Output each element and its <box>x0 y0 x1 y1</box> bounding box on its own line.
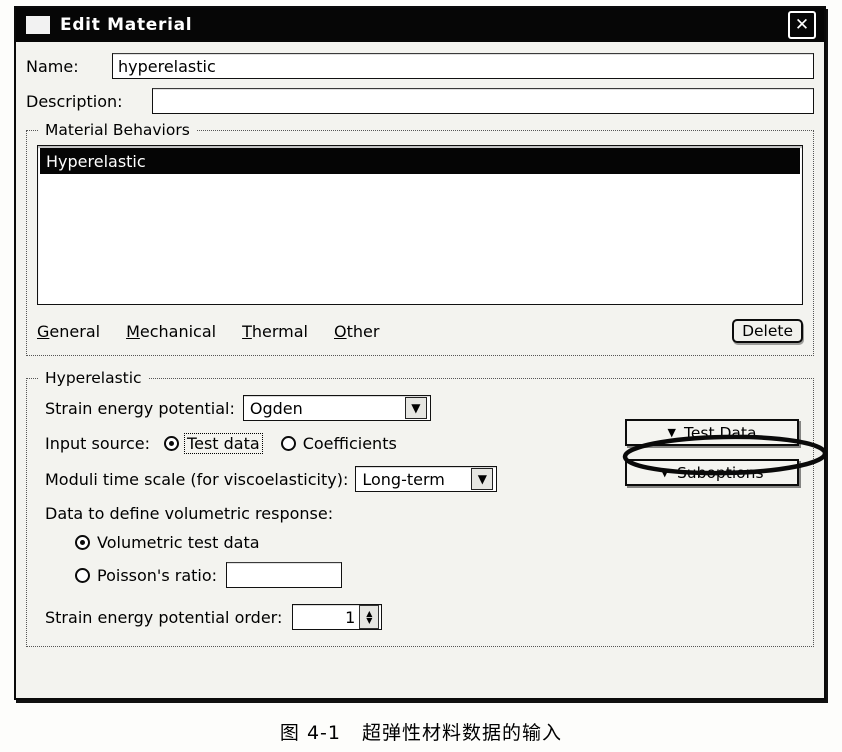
radio-label-poissons-ratio[interactable]: Poisson's ratio: <box>97 566 217 585</box>
strain-energy-order-value: 1 <box>345 607 356 627</box>
name-row: Name: hyperelastic <box>26 53 814 79</box>
strain-energy-potential-value: Ogden <box>249 398 303 418</box>
description-input[interactable] <box>152 88 814 114</box>
moduli-time-scale-label: Moduli time scale (for viscoelasticity): <box>45 469 349 489</box>
input-source-label: Input source: <box>45 434 151 453</box>
menu-mnemonic-mechanical: M <box>126 321 140 341</box>
menu-item-thermal[interactable]: Thermal <box>242 322 308 341</box>
triangle-down-icon: ▼ <box>667 426 676 439</box>
menu-rest-thermal: hermal <box>251 321 308 341</box>
scanned-page: Edit Material ✕ Name: hyperelastic Descr… <box>0 0 842 752</box>
volumetric-response-row: Data to define volumetric response: <box>45 504 803 523</box>
menu-item-mechanical[interactable]: Mechanical <box>126 322 216 341</box>
volumetric-response-label: Data to define volumetric response: <box>45 504 334 523</box>
description-row: Description: <box>26 88 814 114</box>
strain-energy-order-row: Strain energy potential order: 1 ▲ ▼ <box>45 604 803 630</box>
menu-rest-mechanical: echanical <box>139 321 217 341</box>
list-item[interactable]: Hyperelastic <box>40 148 800 174</box>
test-data-button-label: Test Data <box>684 423 757 442</box>
material-behaviors-title: Material Behaviors <box>39 121 196 139</box>
strain-energy-order-label: Strain energy potential order: <box>45 607 283 627</box>
close-icon[interactable]: ✕ <box>788 11 816 39</box>
menu-item-other[interactable]: Other <box>334 322 379 341</box>
side-buttons-panel: ▼ Test Data ▼ Suboptions <box>625 419 799 486</box>
figure-number: 图 4-1 <box>279 722 341 744</box>
menu-mnemonic-thermal: T <box>242 321 252 341</box>
radio-label-volumetric-test-data[interactable]: Volumetric test data <box>97 533 260 552</box>
radio-coefficients[interactable] <box>280 436 296 451</box>
chevron-down-icon[interactable]: ▼ <box>471 468 494 490</box>
radio-volumetric-test-data[interactable] <box>75 535 90 550</box>
figure-caption-text: 超弹性材料数据的输入 <box>362 722 563 744</box>
strain-energy-potential-row: Strain energy potential: Ogden ▼ <box>45 395 803 421</box>
strain-energy-potential-select[interactable]: Ogden ▼ <box>242 395 431 421</box>
name-label: Name: <box>26 56 79 76</box>
dialog-title: Edit Material <box>60 15 193 35</box>
chevron-down-icon[interactable]: ▼ <box>404 397 427 419</box>
figure-caption: 图 4-1 超弹性材料数据的输入 <box>0 718 842 745</box>
poissons-ratio-row: Poisson's ratio: <box>75 562 803 588</box>
menu-rest-general: eneral <box>49 321 101 341</box>
moduli-time-scale-value: Long-term <box>362 469 445 489</box>
behaviors-menubar: General Mechanical Thermal Other Delete <box>37 317 803 345</box>
dialog-body: Name: hyperelastic Description: Material… <box>16 42 824 647</box>
menu-rest-other: ther <box>346 321 380 341</box>
spinner-arrows-icon[interactable]: ▲ ▼ <box>359 605 380 629</box>
suboptions-button-label: Suboptions <box>676 463 764 482</box>
description-label: Description: <box>26 91 123 111</box>
volumetric-test-data-row: Volumetric test data <box>75 533 803 552</box>
hyperelastic-title: Hyperelastic <box>39 369 148 387</box>
edit-material-dialog: Edit Material ✕ Name: hyperelastic Descr… <box>14 6 826 700</box>
poissons-ratio-input[interactable] <box>226 562 343 588</box>
radio-label-test-data[interactable]: Test data <box>184 433 263 454</box>
menu-item-general[interactable]: General <box>37 322 100 341</box>
radio-label-coefficients[interactable]: Coefficients <box>303 434 397 453</box>
menu-mnemonic-general: G <box>37 321 50 341</box>
moduli-time-scale-select[interactable]: Long-term ▼ <box>355 466 498 492</box>
strain-energy-potential-label: Strain energy potential: <box>45 398 235 418</box>
test-data-button[interactable]: ▼ Test Data <box>625 419 799 446</box>
spinner-down-icon[interactable]: ▼ <box>366 617 372 625</box>
material-behaviors-group: Material Behaviors Hyperelastic General … <box>26 121 814 356</box>
material-behaviors-list[interactable]: Hyperelastic <box>37 145 803 305</box>
triangle-down-icon: ▼ <box>660 466 669 479</box>
radio-poissons-ratio[interactable] <box>75 567 90 583</box>
dialog-titlebar: Edit Material ✕ <box>16 8 824 42</box>
window-icon <box>26 16 50 34</box>
delete-button[interactable]: Delete <box>732 319 803 343</box>
name-input[interactable]: hyperelastic <box>112 53 814 79</box>
hyperelastic-group: Hyperelastic Strain energy potential: Og… <box>26 369 814 647</box>
suboptions-button[interactable]: ▼ Suboptions <box>625 459 799 486</box>
radio-test-data[interactable] <box>164 436 180 451</box>
menu-mnemonic-other: O <box>334 321 347 341</box>
strain-energy-order-stepper[interactable]: 1 ▲ ▼ <box>292 604 383 630</box>
